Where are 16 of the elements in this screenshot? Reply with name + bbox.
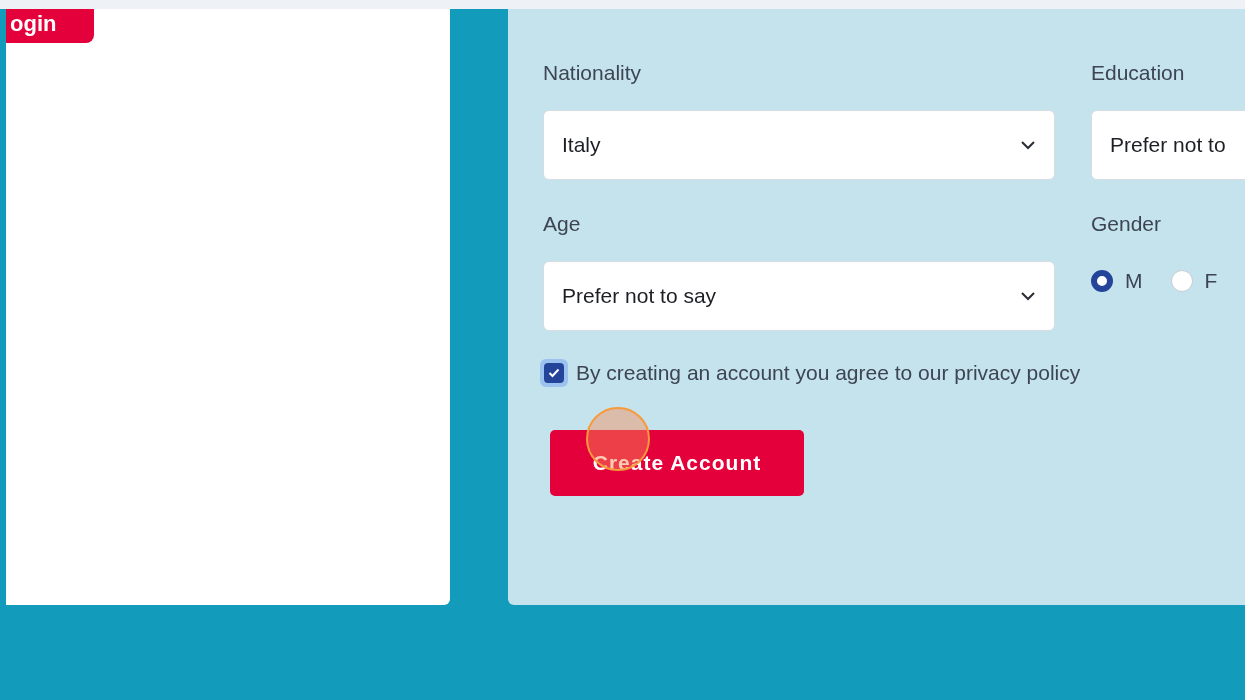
login-button[interactable]: ogin	[6, 9, 94, 43]
field-label: Age	[543, 212, 582, 236]
select-field[interactable]: Prefer not to	[1091, 110, 1245, 180]
select-field[interactable]: Prefer not to say	[543, 261, 1055, 331]
checkmark-icon	[548, 368, 560, 378]
field-label: Gender	[1091, 212, 1163, 236]
checkbox[interactable]	[540, 359, 568, 387]
consent-text: By creating an account you agree to our privacy policy	[576, 361, 1081, 385]
chevron-down-icon	[1020, 140, 1036, 150]
chevron-down-icon	[1020, 291, 1036, 301]
field-label: Nationality	[543, 61, 643, 85]
radio-label: F	[1204, 269, 1218, 293]
radio-button[interactable]	[1091, 270, 1113, 292]
radio-label: M	[1125, 269, 1143, 293]
field-label: Education	[1091, 61, 1186, 85]
select-field[interactable]: Italy	[543, 110, 1055, 180]
